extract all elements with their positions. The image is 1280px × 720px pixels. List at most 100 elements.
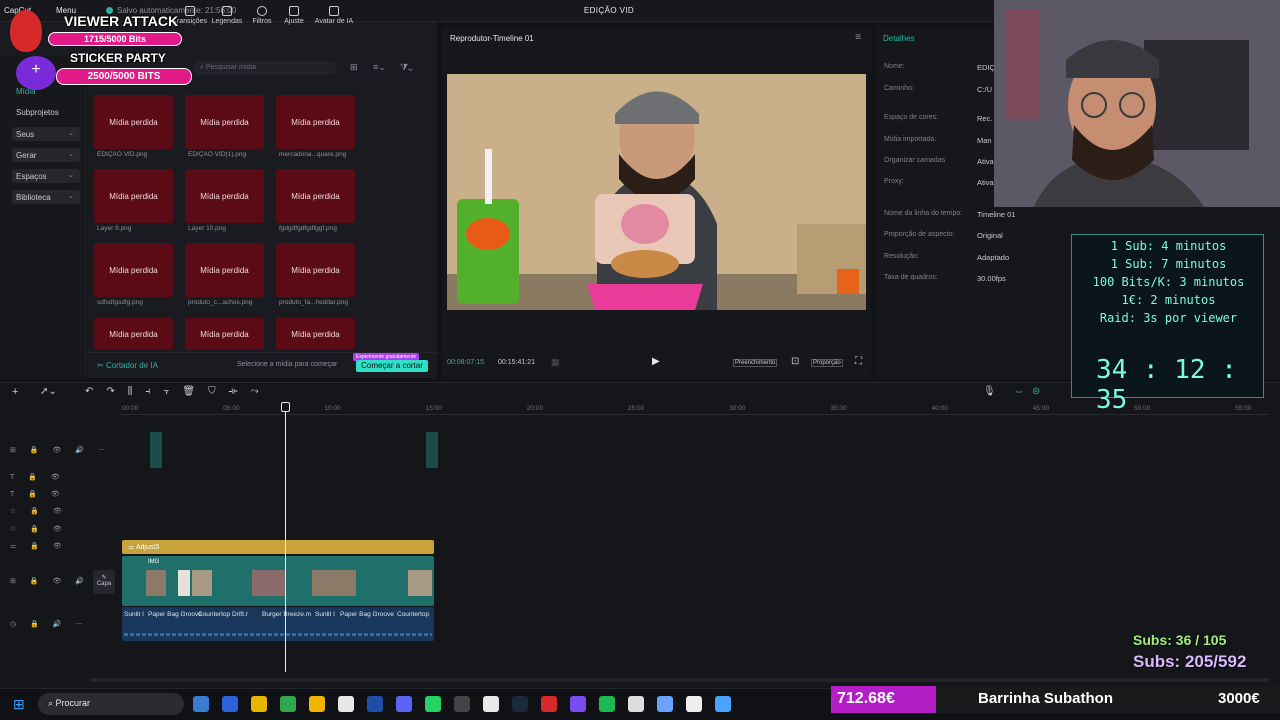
taskbar-search[interactable]: ⌕ Procurar [38, 693, 184, 715]
sticker-party-title: STICKER PARTY [70, 51, 166, 65]
media-tile[interactable]: Mídia perdida [276, 243, 355, 297]
playhead-handle[interactable] [281, 402, 290, 412]
track-controls[interactable]: ⊞ 🔒 👁 🔊 ⋯ [10, 446, 111, 454]
epic-icon[interactable] [454, 696, 470, 712]
viewer-attack-bar: 1715/5000 Bits [48, 32, 182, 46]
select-hint: Selecione a mídia para começar [237, 361, 338, 368]
video-preview[interactable] [447, 74, 866, 310]
sticker-party-bar: 2500/5000 BITS [56, 68, 192, 85]
opera-icon[interactable] [541, 696, 557, 712]
search-input[interactable]: ⌕ Pesquisar mídia [194, 61, 336, 75]
audio-clip-name: Burger Breeze.m [262, 611, 312, 618]
video-clips-track[interactable]: IMG [122, 556, 434, 606]
clip-small[interactable] [426, 432, 438, 468]
sidebar-item-yours[interactable]: Seus ⌄ [12, 127, 80, 141]
media-tile[interactable]: Mídia perdida [276, 318, 355, 350]
drive-icon[interactable] [657, 696, 673, 712]
clip-thumbnail [192, 570, 212, 596]
frames-icon[interactable]: ▦ [551, 357, 560, 368]
track-controls[interactable]: T 🔒 👁 [10, 490, 66, 498]
media-tile[interactable]: Mídia perdida [185, 318, 264, 350]
media-tile[interactable]: Mídia perdida [276, 95, 355, 149]
track-controls[interactable]: ⚌ 🔒 👁 [10, 542, 68, 550]
media-tile[interactable]: Mídia perdida [94, 243, 173, 297]
photoshop-icon[interactable] [367, 696, 383, 712]
whatsapp-icon[interactable] [425, 696, 441, 712]
media-tile-label: Mídia perdida [291, 117, 340, 127]
sidebar-item-generate[interactable]: Gerar ⌄ [12, 148, 80, 162]
media-tile[interactable]: Mídia perdida [185, 243, 264, 297]
settings-icon[interactable] [483, 696, 499, 712]
app-icon[interactable] [222, 696, 238, 712]
microphone-icon[interactable]: 🎙 [983, 386, 996, 397]
sidebar-item-subprojects[interactable]: Subprojetos [16, 108, 59, 117]
tool-adjust[interactable]: Ajuste [274, 6, 314, 32]
audio-waveform [124, 633, 432, 636]
heart-icon [10, 10, 42, 52]
donation-progress-fill: 712.68€ [831, 686, 936, 713]
detail-label: Resolução: [884, 253, 920, 260]
grid-app-icon[interactable] [570, 696, 586, 712]
audio-track[interactable]: Sunlit I Paper Bag Groove Countertop Drift… [122, 607, 434, 641]
track-controls[interactable]: ◷ 🔒 🔊 ⋯ [10, 620, 88, 628]
media-tile[interactable]: Mídia perdida [94, 318, 173, 350]
view-toggle-icon[interactable]: ⊞ [350, 62, 358, 73]
subathon-bar-label: Barrinha Subathon [978, 690, 1114, 707]
subathon-timer: 1 Sub: 4 minutos 1 Sub: 7 minutos 100 Bits… [1071, 234, 1264, 415]
steam-icon[interactable] [512, 696, 528, 712]
ratio-button[interactable]: Proporção [811, 359, 843, 367]
capcut-active-icon[interactable] [686, 696, 702, 712]
photos-icon[interactable] [193, 696, 209, 712]
snapshot-icon[interactable]: ⊡ [791, 356, 799, 367]
playhead[interactable] [285, 402, 286, 672]
cover-button[interactable]: ✎ Capa [93, 570, 115, 594]
add-track-icon[interactable]: + [12, 386, 18, 398]
sidebar-item-library[interactable]: Biblioteca ⌄ [12, 190, 80, 204]
folder-icon[interactable] [309, 696, 325, 712]
media-tile[interactable]: Mídia perdida [94, 95, 173, 149]
track-controls[interactable]: T 🔒 👁 [10, 473, 66, 481]
edit-tools[interactable]: ↶↷⫼⫞⫟🗑⛉⟛⤳ [85, 386, 272, 397]
start-cutting-button[interactable]: Começar a cortar [356, 360, 428, 372]
fullscreen-icon[interactable]: ⛶ [855, 356, 862, 367]
detail-label: Nome da linha do tempo: [884, 210, 963, 217]
notepad-icon[interactable] [715, 696, 731, 712]
detail-label: Proxy: [884, 178, 904, 185]
media-tile[interactable]: Mídia perdida [94, 169, 173, 223]
select-tool-icon[interactable]: ➚⌄ [40, 386, 57, 397]
webcam-feed [994, 0, 1280, 207]
timer-rule-line: 1 Sub: 4 minutos [1110, 239, 1227, 253]
ai-cutter-label[interactable]: ✂ Cortador de IA [97, 361, 158, 370]
ruler-tick: 45:00 [1032, 405, 1050, 412]
media-tile[interactable]: Mídia perdida [185, 95, 264, 149]
panel-menu-icon[interactable]: ≡ [855, 32, 861, 43]
media-tile[interactable]: Mídia perdida [185, 169, 264, 223]
chevron-down-icon: ⌄ [68, 193, 74, 200]
clip-small[interactable] [150, 432, 162, 468]
media-tile-label: Mídia perdida [109, 117, 158, 127]
windows-start-icon[interactable]: ⊞ [13, 696, 29, 712]
capcut-icon[interactable] [628, 696, 644, 712]
tool-ai-avatar[interactable]: Avatar de IA [312, 6, 356, 32]
clip-thumbnail [178, 570, 190, 596]
filter-icon[interactable]: ⧩⌄ [400, 62, 413, 73]
track-controls[interactable]: ☆ 🔒 👁 [10, 507, 68, 515]
discord-icon[interactable] [396, 696, 412, 712]
edge-icon[interactable] [280, 696, 296, 712]
adjust-clip[interactable]: ⚌ Adjust3 [122, 540, 434, 554]
chrome-icon[interactable] [251, 696, 267, 712]
detail-value: C:/U [977, 85, 992, 94]
spotify-icon[interactable] [599, 696, 615, 712]
timeline-scrollbar[interactable] [90, 678, 1270, 682]
link-toggle-icon[interactable]: ⇔⊜ [1014, 386, 1048, 397]
media-tile[interactable]: Mídia perdida [276, 169, 355, 223]
audio-clip-name: Countertop Drift.r [198, 611, 248, 618]
tool-captions[interactable]: Legendas [207, 6, 247, 32]
play-button[interactable]: ▶ [652, 356, 660, 367]
capcut-icon[interactable] [338, 696, 354, 712]
fill-button[interactable]: Preenchimento [733, 359, 778, 367]
media-tile-label: Mídia perdida [200, 117, 249, 127]
track-controls[interactable]: ☆ 🔒 👁 [10, 525, 68, 533]
sidebar-item-spaces[interactable]: Espaços ⌄ [12, 169, 80, 183]
sort-icon[interactable]: ≡⌄ [373, 62, 386, 73]
